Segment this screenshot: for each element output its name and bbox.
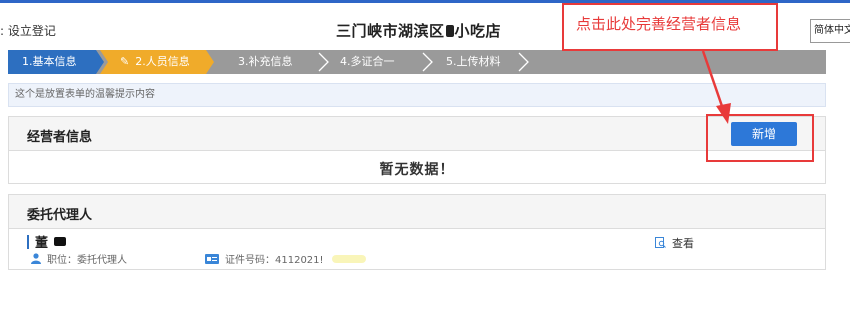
agent-accent-bar [27,235,29,249]
step-basic-info[interactable]: 1.基本信息 [8,50,104,74]
person-icon [31,253,41,264]
operator-panel-title: 经营者信息 [27,130,93,145]
agent-panel: 委托代理人 董 职位：委托代理人 证件号码：4112021! 查看 [8,194,826,270]
step-progress-bar: 1.基本信息 ✎ 2.人员信息 3.补充信息 4.多证合一 5.上传材料 [8,50,826,74]
step-label: 4.多证合一 [340,55,395,68]
page-title-part2: 小吃店 [454,22,502,40]
chevron-right-icon [318,52,329,72]
redacted-mark [331,255,366,263]
agent-name: 董 [35,232,67,251]
agent-position-text: 职位：委托代理人 [47,255,127,266]
chevron-right-icon [422,52,433,72]
step-personnel-info[interactable]: ✎ 2.人员信息 [100,50,214,74]
agent-list-item: 董 职位：委托代理人 证件号码：4112021! 查看 [9,229,825,269]
step-label: 5.上传材料 [446,55,501,68]
redacted-mark [54,237,67,246]
operator-info-panel: 经营者信息 新增 暂无数据！ [8,116,826,184]
agent-id-text: 证件号码：4112021! [225,255,324,266]
view-agent-link[interactable]: 查看 [655,235,694,251]
agent-name-text: 董 [35,236,49,251]
pencil-icon: ✎ [120,55,130,68]
step-supplementary-info[interactable]: 3.补充信息 [238,50,293,74]
language-select[interactable]: 简体中文 [810,19,850,43]
page-title: 三门峡市湖滨区 小吃店 [336,20,501,41]
chevron-right-icon [518,52,529,72]
view-link-text: 查看 [672,237,694,250]
step-label: 1.基本信息 [22,55,77,68]
page-title-part1: 三门峡市湖滨区 [336,22,445,40]
annotation-callout: 点击此处完善经营者信息 [562,3,778,51]
id-card-icon [205,254,219,264]
step-multi-certificate[interactable]: 4.多证合一 [340,50,395,74]
redacted-mark [445,25,454,37]
agent-panel-title: 委托代理人 [27,208,93,223]
add-button-highlight [706,114,814,162]
step-label: 2.人员信息 [135,55,190,68]
step-upload-materials[interactable]: 5.上传材料 [446,50,501,74]
operator-panel-header: 经营者信息 新增 [9,117,825,151]
empty-state-text: 暂无数据！ [379,162,455,178]
breadcrumb: : 设立登记 [0,24,56,38]
agent-panel-header: 委托代理人 [9,195,825,229]
agent-position: 职位：委托代理人 [31,251,127,266]
agent-id-number: 证件号码：4112021! [205,251,366,266]
annotation-text: 点击此处完善经营者信息 [576,15,742,33]
step-label: 3.补充信息 [238,55,293,68]
form-tip: 这个是放置表单的温馨提示内容 [8,83,826,107]
view-document-icon [655,237,666,248]
